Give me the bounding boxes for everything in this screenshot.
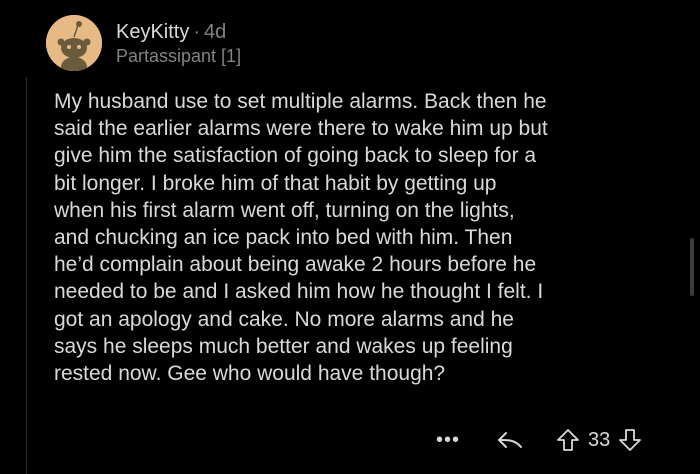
scrollbar-thumb[interactable]: [690, 238, 694, 296]
more-icon: •••: [436, 429, 461, 451]
downvote-icon: [619, 429, 642, 451]
comment-actions: ••• 33: [436, 424, 644, 456]
comment-meta: KeyKitty · 4d: [116, 20, 241, 44]
comment-body-line: My husband use to set multiple alarms. B…: [54, 90, 547, 113]
downvote-button[interactable]: [616, 428, 644, 452]
thread-line[interactable]: [26, 77, 27, 474]
comment-body-line: he’d complain about being awake 2 hours …: [54, 253, 537, 277]
comment-body-line: when his first alarm went off, turning o…: [54, 198, 515, 222]
comment-body: My husband use to set multiple alarms. B…: [54, 88, 674, 387]
username-link[interactable]: KeyKitty: [116, 21, 189, 43]
comment-age[interactable]: 4d: [204, 21, 226, 43]
meta-separator: ·: [193, 21, 201, 43]
comment-body-line: got an apology and cake. No more alarms …: [54, 307, 514, 331]
comment-body-line: rested now. Gee who would have though?: [54, 362, 446, 386]
comment-body-line: bit longer. I broke him of that habit by…: [54, 171, 497, 195]
comment-body-line: give him the satisfaction of going back …: [54, 144, 537, 168]
upvote-button[interactable]: [554, 428, 582, 452]
comment-body-line: needed to be and I asked him how he thou…: [54, 280, 544, 304]
comment-body-line: said the earlier alarms were there to wa…: [54, 117, 548, 141]
vote-score: 33: [588, 429, 611, 451]
more-options-button[interactable]: •••: [436, 430, 460, 450]
reply-icon: [498, 432, 522, 448]
comment-header: KeyKitty · 4d Partassipant [1]: [116, 20, 241, 67]
upvote-icon: [557, 429, 579, 451]
user-flair: Partassipant [1]: [116, 46, 242, 66]
comment-body-line: and chucking an ice pack into bed with h…: [54, 226, 513, 250]
reply-button[interactable]: [496, 429, 524, 451]
comment-body-line: says he sleeps much better and wakes up …: [54, 334, 513, 358]
avatar[interactable]: [46, 15, 102, 71]
snoo-avatar-icon: [46, 15, 102, 71]
